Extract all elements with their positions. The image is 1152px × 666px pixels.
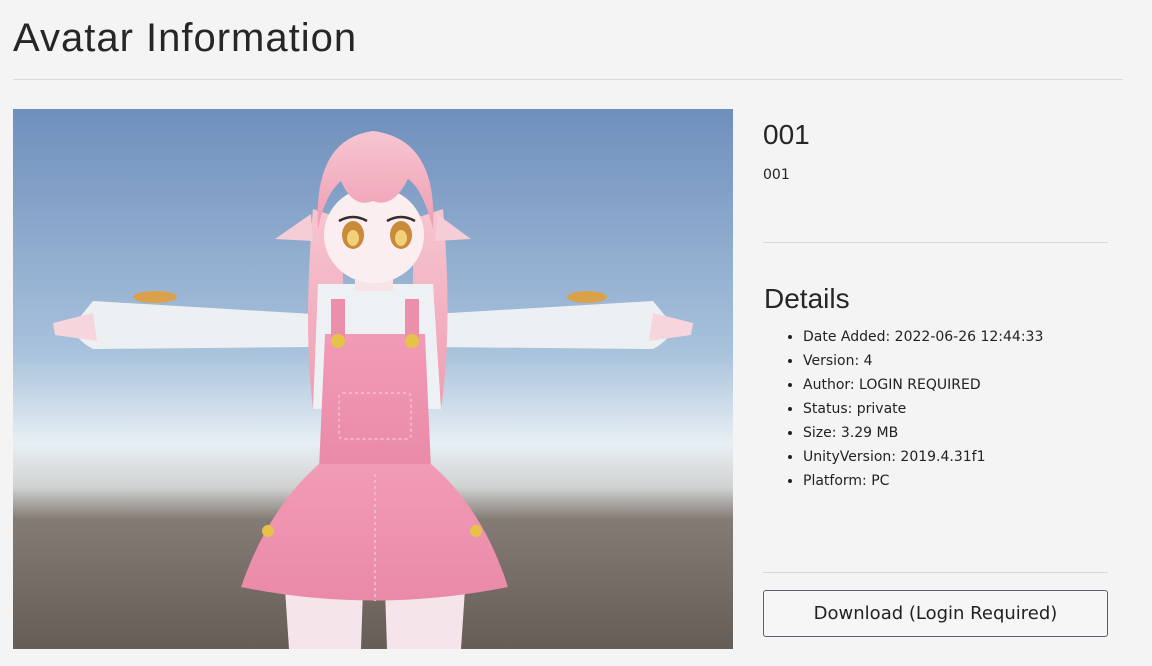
details-list: Date Added: 2022-06-26 12:44:33 Version:… (763, 325, 1043, 493)
detail-size: Size: 3.29 MB (803, 421, 1043, 445)
page-title: Avatar Information (13, 16, 358, 60)
download-button[interactable]: Download (Login Required) (763, 590, 1108, 637)
avatar-description: 001 (763, 167, 790, 183)
detail-version: Version: 4 (803, 349, 1043, 373)
avatar-preview-image (13, 109, 733, 649)
detail-unity-version: UnityVersion: 2019.4.31f1 (803, 445, 1043, 469)
details-heading: Details (764, 283, 850, 314)
section-divider (763, 242, 1108, 243)
detail-author: Author: LOGIN REQUIRED (803, 373, 1043, 397)
detail-date-added: Date Added: 2022-06-26 12:44:33 (803, 325, 1043, 349)
title-divider (13, 79, 1123, 80)
detail-platform: Platform: PC (803, 469, 1043, 493)
action-divider (763, 572, 1108, 573)
detail-status: Status: private (803, 397, 1043, 421)
avatar-name: 001 (763, 119, 810, 150)
